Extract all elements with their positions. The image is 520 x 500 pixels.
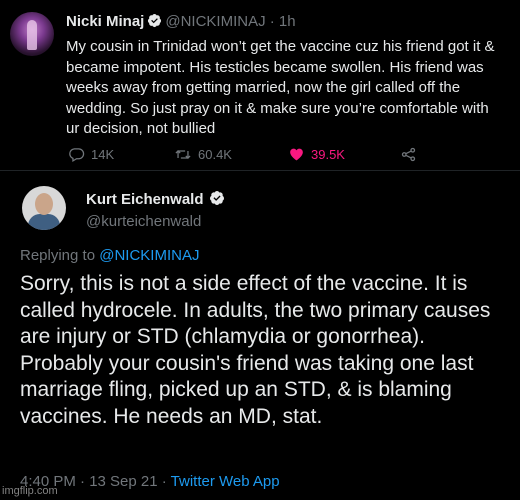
tweet-meta: 4:40 PM · 13 Sep 21 · Twitter Web App <box>20 473 280 490</box>
reply-text: Sorry, this is not a side effect of the … <box>20 272 491 428</box>
verified-badge-icon <box>209 190 225 210</box>
author-handle[interactable]: @NICKIMINAJ <box>165 13 265 30</box>
author-name[interactable]: Kurt Eichenwald <box>86 190 228 210</box>
watermark: imgflip.com <box>2 485 58 497</box>
tweet-actions: 14K 60.4K 39.5K <box>68 146 448 166</box>
replying-to: Replying to @NICKIMINAJ <box>20 247 200 264</box>
retweet-icon <box>174 146 192 163</box>
like-count: 39.5K <box>311 146 345 162</box>
reply-icon <box>68 146 85 163</box>
verified-badge-icon <box>147 13 162 32</box>
tweet-time[interactable]: · 1h <box>270 13 296 30</box>
share-button[interactable] <box>400 146 417 163</box>
author-handle[interactable]: @kurteichenwald <box>86 213 201 230</box>
like-icon <box>288 146 305 162</box>
tweet-header: Nicki Minaj @NICKIMINAJ · 1h <box>66 13 296 32</box>
source-app-link[interactable]: Twitter Web App <box>171 473 280 490</box>
like-button[interactable]: 39.5K <box>288 146 345 162</box>
tweet-divider <box>0 170 520 171</box>
avatar[interactable] <box>22 186 66 230</box>
reply-button[interactable]: 14K <box>68 146 114 163</box>
tweet-text: My cousin in Trinidad won’t get the vacc… <box>66 38 495 137</box>
share-icon <box>400 146 417 163</box>
retweet-count: 60.4K <box>198 147 232 162</box>
reply-count: 14K <box>91 147 115 162</box>
original-tweet: Nicki Minaj @NICKIMINAJ · 1h My cousin in… <box>0 0 520 170</box>
avatar[interactable] <box>10 12 54 56</box>
retweet-button[interactable]: 60.4K <box>174 146 232 163</box>
author-name[interactable]: Nicki Minaj <box>66 13 144 30</box>
mention-link[interactable]: @NICKIMINAJ <box>99 247 199 264</box>
